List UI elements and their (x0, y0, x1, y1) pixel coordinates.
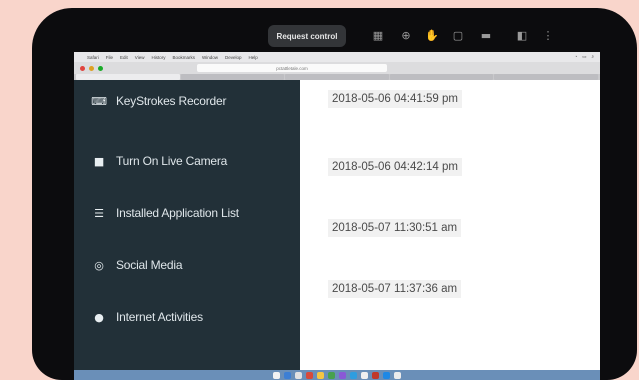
menu-item[interactable]: History (151, 55, 165, 60)
sidebar-item-live-camera[interactable]: ■ Turn On Live Camera (92, 154, 227, 168)
dock-app-icon[interactable] (317, 371, 324, 379)
grid-icon[interactable]: ▦ (370, 27, 386, 43)
dock-app-icon[interactable] (383, 371, 390, 379)
request-control-button[interactable]: Request control (268, 25, 346, 47)
dock-app-icon[interactable] (339, 371, 346, 379)
dock-app-icon[interactable] (350, 371, 357, 379)
minimize-window-icon[interactable] (89, 65, 94, 71)
timestamp-cell: 2018-05-06 04:41:59 pm (328, 90, 462, 108)
menu-item[interactable]: File (106, 55, 113, 60)
timestamp-cell: 2018-05-07 11:37:36 am (328, 280, 462, 298)
web-content: ⌨ KeyStrokes Recorder ■ Turn On Live Cam… (74, 80, 600, 380)
video-call-window: Request control ▦ ⊕ ✋ ▢ ▬ ◧ ⋮ Safari Fil… (32, 8, 637, 380)
sidebar-item-installed-apps[interactable]: ☰ Installed Application List (92, 206, 239, 220)
menu-item[interactable]: Edit (120, 55, 128, 60)
world-icon: ● (94, 310, 104, 324)
window-icon[interactable]: ▢ (450, 27, 466, 43)
zoom-icon[interactable]: ⊕ (398, 27, 414, 43)
dock-app-icon[interactable] (394, 371, 401, 379)
keyboard-icon: ⌨ (91, 94, 107, 108)
dock-app-icon[interactable] (273, 371, 280, 379)
dock-app-icon[interactable] (284, 371, 291, 379)
zoom-window-icon[interactable] (98, 65, 103, 71)
video-toolbar: Request control ▦ ⊕ ✋ ▢ ▬ ◧ ⋮ (32, 8, 637, 54)
menu-item[interactable]: View (135, 55, 145, 60)
sidebar: ⌨ KeyStrokes Recorder ■ Turn On Live Cam… (74, 80, 300, 380)
sidebar-item-label: Turn On Live Camera (116, 154, 228, 168)
timestamp-cell: 2018-05-06 04:42:14 pm (328, 158, 462, 176)
menubar-status: ◔ ▭ ⌕ (574, 54, 600, 60)
dock-app-icon[interactable] (361, 371, 368, 379)
menu-item[interactable]: Safari (87, 55, 99, 60)
timestamp-cell: 2018-05-07 11:30:51 am (328, 219, 462, 237)
sidebar-item-label: Installed Application List (116, 206, 239, 220)
dock-app-icon[interactable] (328, 371, 335, 379)
globe-icon: ◎ (94, 258, 104, 272)
sidebar-item-social-media[interactable]: ◎ Social Media (92, 258, 182, 272)
sidebar-item-label: KeyStrokes Recorder (116, 94, 227, 108)
more-icon[interactable]: ⋮ (540, 27, 556, 43)
menu-item[interactable]: Bookmarks (173, 55, 196, 60)
sidebar-item-label: Social Media (116, 258, 183, 272)
minimize-icon[interactable]: ▬ (478, 27, 494, 43)
sidebar-item-internet-activities[interactable]: ● Internet Activities (92, 310, 203, 324)
sidebar-item-keystrokes[interactable]: ⌨ KeyStrokes Recorder (91, 94, 227, 108)
hand-icon[interactable]: ✋ (424, 27, 440, 43)
sidebar-item-label: Internet Activities (116, 310, 203, 324)
dock-app-icon[interactable] (306, 371, 313, 379)
list-icon: ☰ (94, 206, 104, 220)
shared-screen: Safari File Edit View History Bookmarks … (74, 52, 600, 380)
menu-item[interactable]: Window (202, 55, 218, 60)
search-icon[interactable]: ⌕ (591, 54, 594, 60)
mac-dock (74, 370, 600, 380)
battery-icon[interactable]: ▭ (582, 54, 586, 60)
dock-app-icon[interactable] (295, 371, 302, 379)
main-panel: 2018-05-06 04:41:59 pm 2018-05-06 04:42:… (300, 80, 600, 380)
browser-address-bar: pctattletale.com (74, 62, 600, 74)
sidebar-toggle-icon[interactable]: ◧ (514, 27, 530, 43)
wifi-icon[interactable]: ◔ (574, 54, 577, 60)
dock-app-icon[interactable] (372, 371, 379, 379)
camera-icon: ■ (93, 154, 105, 168)
url-field[interactable]: pctattletale.com (197, 64, 387, 72)
menu-item[interactable]: Develop (225, 55, 242, 60)
close-window-icon[interactable] (80, 65, 85, 71)
menu-item[interactable]: Help (249, 55, 258, 60)
mac-menubar: Safari File Edit View History Bookmarks … (74, 52, 600, 62)
